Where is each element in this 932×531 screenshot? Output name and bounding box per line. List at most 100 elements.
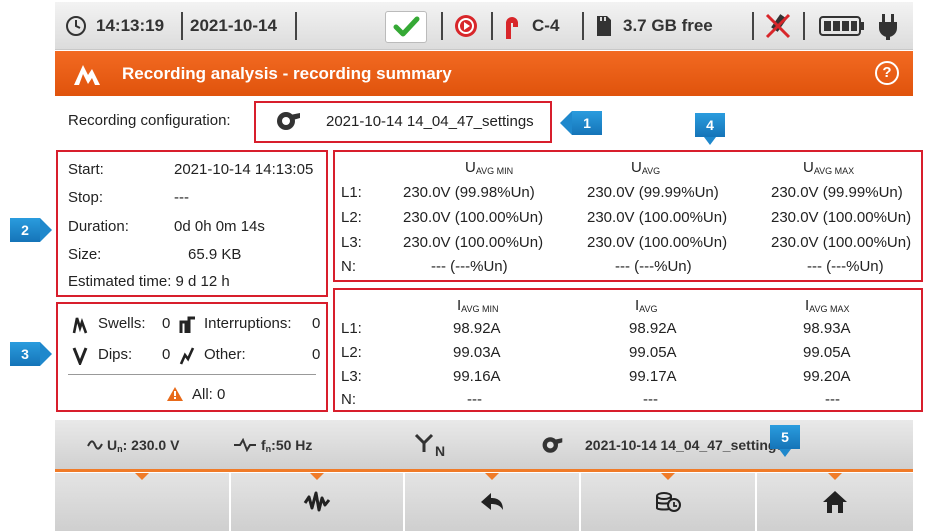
- voltage-cell: --- (---%Un): [807, 258, 884, 275]
- interruption-icon: [179, 316, 195, 333]
- clock-icon: [65, 2, 87, 50]
- current-row-label: L3:: [341, 368, 362, 385]
- battery-icon: [819, 2, 865, 50]
- current-cell: 99.17A: [629, 368, 677, 385]
- current-cell: 99.05A: [803, 344, 851, 361]
- all-events: All: 0: [192, 386, 226, 403]
- sd-card-icon: [595, 2, 613, 50]
- current-cell: 98.92A: [453, 320, 501, 337]
- nominal-frequency: fn:50 Hz: [261, 437, 313, 454]
- voltage-cell: 230.0V (99.98%Un): [403, 184, 535, 201]
- status-time: 14:13:19: [96, 16, 165, 35]
- voltage-cell: --- (---%Un): [431, 258, 508, 275]
- settings-wrench-icon: [277, 112, 300, 130]
- voltage-cell: 230.0V (100.00%Un): [403, 209, 544, 226]
- current-cell: ---: [467, 391, 482, 408]
- voltage-cell: --- (---%Un): [615, 258, 692, 275]
- stop-value: ---: [174, 189, 189, 206]
- dips-label: Dips:: [98, 346, 133, 363]
- other-event-icon: [179, 347, 195, 365]
- database-coins-icon: [656, 492, 681, 512]
- callout-marker-5: 5: [770, 425, 800, 457]
- usb-disconnected-icon: [763, 2, 793, 50]
- recording-summary-panel: Start: 2021-10-14 14:13:05 Stop: --- Dur…: [56, 150, 328, 297]
- config-selector[interactable]: 2021-10-14 14_04_47_settings: [254, 101, 552, 143]
- network-wye-icon: [414, 433, 434, 452]
- current-row-label: L2:: [341, 344, 362, 361]
- title-bar: Recording analysis - recording summary ?: [55, 51, 913, 96]
- current-row-label: N:: [341, 391, 356, 408]
- status-channel: C-4: [532, 16, 560, 35]
- waveform-icon: [303, 491, 331, 512]
- power-plug-icon: [877, 2, 899, 50]
- size-label: Size:: [68, 246, 102, 263]
- nav-waveform-button[interactable]: [231, 473, 405, 531]
- swell-icon: [72, 317, 88, 334]
- nav-empty-button[interactable]: [55, 473, 231, 531]
- voltage-cell: 230.0V (100.00%Un): [771, 209, 912, 226]
- voltage-row-label: L3:: [341, 234, 362, 251]
- voltage-cell: 230.0V (100.00%Un): [771, 234, 912, 251]
- help-button[interactable]: ?: [875, 61, 899, 85]
- swells-value: 0: [162, 315, 171, 332]
- voltage-cell: 230.0V (100.00%Un): [587, 234, 728, 251]
- current-cell: ---: [825, 391, 840, 408]
- size-value: 65.9 KB: [188, 246, 242, 263]
- status-bar: 14:13:19 2021-10-14 C-4 3.7 GB free: [55, 2, 913, 50]
- settings-name: 2021-10-14 14_04_47_settings: [585, 437, 785, 453]
- clamp-icon: [501, 2, 523, 50]
- dips-value: 0: [162, 346, 171, 363]
- other-value: 0: [312, 346, 321, 363]
- voltage-header-max: UAVG MAX: [803, 159, 855, 176]
- record-icon: [453, 2, 479, 50]
- app-logo-icon: [74, 65, 100, 85]
- nav-data-button[interactable]: [581, 473, 757, 531]
- start-value: 2021-10-14 14:13:05: [174, 161, 314, 178]
- current-cell: 98.93A: [803, 320, 851, 337]
- voltage-header-avg: UAVG: [631, 159, 661, 176]
- current-cell: 99.03A: [453, 344, 501, 361]
- current-header-min: IAVG MIN: [457, 297, 499, 314]
- current-cell: 99.16A: [453, 368, 501, 385]
- events-panel: Swells: 0 Interruptions: 0 Dips: 0 Other…: [56, 302, 328, 412]
- nav-back-button[interactable]: [405, 473, 581, 531]
- interruptions-label: Interruptions:: [204, 315, 292, 332]
- callout-marker-3: 3: [10, 342, 52, 366]
- check-icon: [393, 16, 420, 37]
- voltage-cell: 230.0V (99.99%Un): [587, 184, 719, 201]
- page-title: Recording analysis - recording summary: [122, 64, 452, 83]
- duration-label: Duration:: [68, 218, 129, 235]
- status-storage: 3.7 GB free: [623, 16, 713, 35]
- status-ok-button[interactable]: [385, 11, 427, 43]
- nav-home-button[interactable]: [757, 473, 913, 531]
- config-label: Recording configuration:: [68, 112, 231, 129]
- bottom-nav: [55, 473, 913, 531]
- warning-icon: [167, 387, 183, 401]
- current-row-label: L1:: [341, 320, 362, 337]
- current-header-avg: IAVG: [635, 297, 658, 314]
- voltage-header-min: UAVG MIN: [465, 159, 514, 176]
- start-label: Start:: [68, 161, 104, 178]
- nominal-voltage: Un: 230.0 V: [107, 437, 180, 454]
- callout-marker-1: 1: [560, 111, 602, 135]
- ac-wave-icon: [87, 440, 103, 450]
- current-cell: 98.92A: [629, 320, 677, 337]
- other-label: Other:: [204, 346, 246, 363]
- interruptions-value: 0: [312, 315, 321, 332]
- current-panel: IAVG MIN IAVG IAVG MAX L1: 98.92A 98.92A…: [333, 288, 923, 412]
- status-date: 2021-10-14: [190, 16, 277, 35]
- current-cell: 99.20A: [803, 368, 851, 385]
- current-cell: ---: [643, 391, 658, 408]
- current-cell: 99.05A: [629, 344, 677, 361]
- voltage-panel: UAVG MIN UAVG UAVG MAX L1: 230.0V (99.98…: [333, 150, 923, 282]
- voltage-row-label: L1:: [341, 184, 362, 201]
- voltage-cell: 230.0V (100.00%Un): [403, 234, 544, 251]
- callout-marker-2: 2: [10, 218, 52, 242]
- swells-label: Swells:: [98, 315, 146, 332]
- network-label: N: [435, 443, 446, 459]
- settings-wrench-icon: [542, 437, 563, 453]
- callout-marker-4: 4: [695, 113, 725, 145]
- voltage-row-label: N:: [341, 258, 356, 275]
- back-arrow-icon: [481, 493, 503, 510]
- home-icon: [823, 491, 847, 513]
